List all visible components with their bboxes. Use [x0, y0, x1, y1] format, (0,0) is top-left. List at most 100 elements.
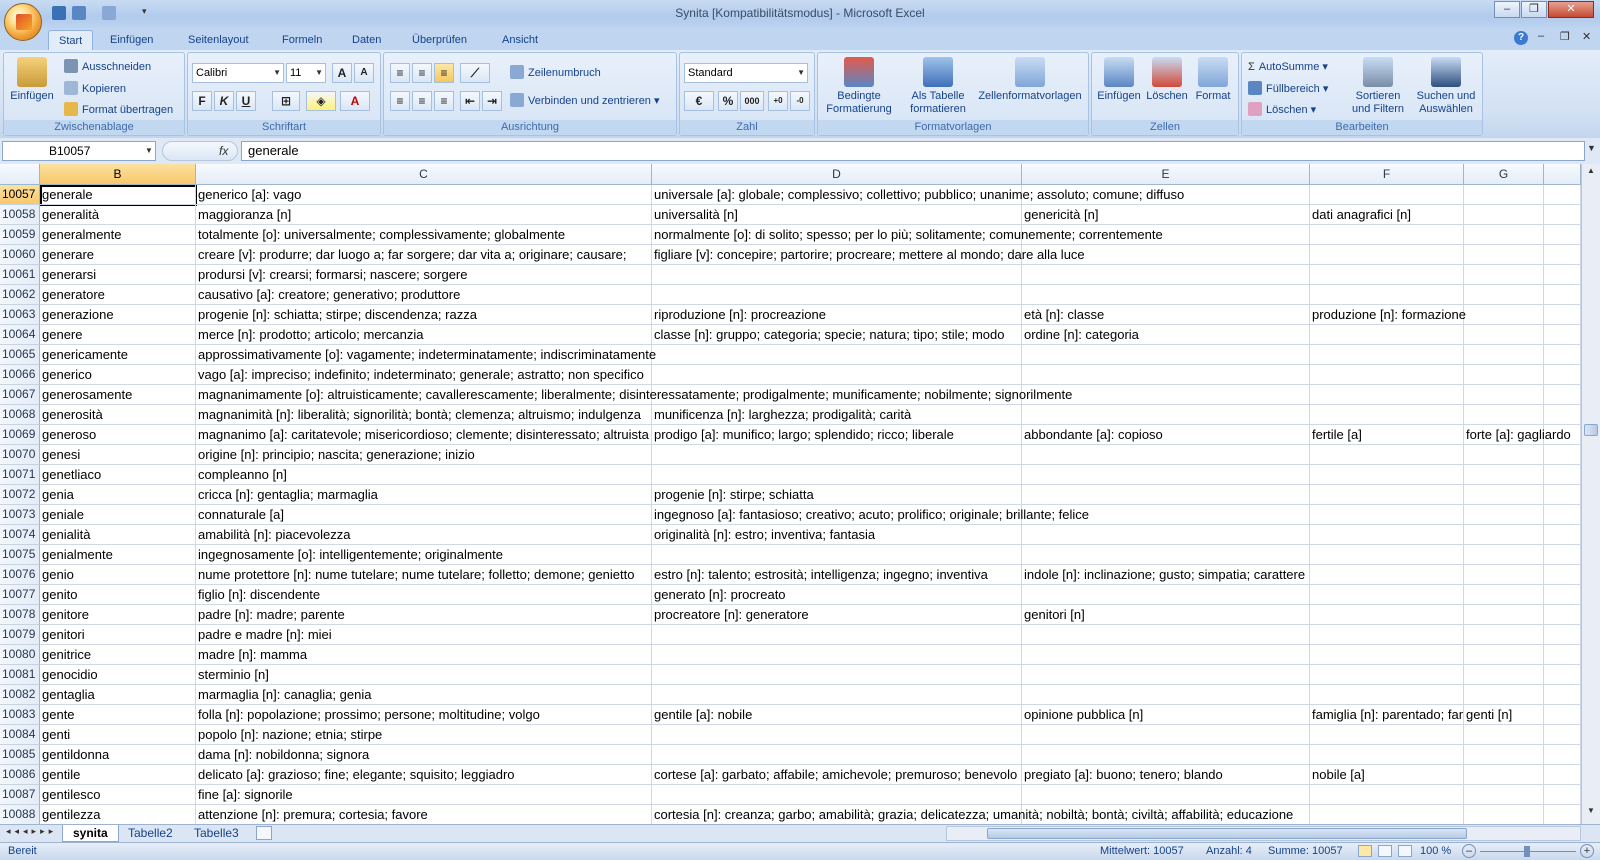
column-header-b[interactable]: B [40, 164, 196, 185]
zoom-slider-thumb[interactable] [1524, 846, 1530, 857]
cell-f[interactable] [1310, 225, 1464, 245]
row-header[interactable]: 10085 [0, 745, 40, 765]
cell-d[interactable] [652, 445, 1022, 465]
cell-b[interactable]: gentildonna [40, 745, 196, 765]
cell-d[interactable] [652, 345, 1022, 365]
cell-h[interactable] [1544, 665, 1581, 685]
cell-e[interactable]: pregiato [a]: buono; tenero; blando [1022, 765, 1310, 785]
cell-e[interactable] [1022, 445, 1310, 465]
copy-button[interactable]: Kopieren [64, 80, 126, 98]
cell-g[interactable] [1464, 585, 1544, 605]
cell-f[interactable] [1310, 725, 1464, 745]
cell-f[interactable] [1310, 645, 1464, 665]
cell-d[interactable]: procreatore [n]: generatore [652, 605, 1022, 625]
cell-g[interactable] [1464, 345, 1544, 365]
row-header[interactable]: 10082 [0, 685, 40, 705]
cell-g[interactable] [1464, 465, 1544, 485]
cell-f[interactable] [1310, 285, 1464, 305]
cell-f[interactable] [1310, 605, 1464, 625]
office-button[interactable] [4, 3, 42, 41]
cell-f[interactable] [1310, 445, 1464, 465]
cell-d[interactable]: originalità [n]: estro; inventiva; fanta… [652, 525, 1022, 545]
cell-b[interactable]: generalità [40, 205, 196, 225]
formula-input[interactable]: generale [241, 141, 1585, 161]
row-header[interactable]: 10067 [0, 385, 40, 405]
cell-h[interactable] [1544, 685, 1581, 705]
cell-b[interactable]: gentilezza [40, 805, 196, 824]
cell-c[interactable]: prodursi [v]: crearsi; formarsi; nascere… [196, 265, 652, 285]
decrease-decimal-icon[interactable]: -0 [790, 91, 810, 111]
cell-b[interactable]: generale [40, 185, 196, 205]
cell-e[interactable] [1022, 405, 1310, 425]
cell-c[interactable]: marmaglia [n]: canaglia; genia [196, 685, 652, 705]
cell-g[interactable] [1464, 185, 1544, 205]
sheet-tab-tabelle2[interactable]: Tabelle2 [118, 825, 183, 842]
paste-button[interactable]: Einfügen [8, 57, 56, 103]
cell-c[interactable]: sterminio [n] [196, 665, 652, 685]
insert-sheet-icon[interactable] [256, 826, 272, 840]
cell-e[interactable] [1022, 665, 1310, 685]
cell-e[interactable] [1022, 525, 1310, 545]
tab-daten[interactable]: Daten [342, 30, 391, 50]
expand-formula-icon[interactable]: ▼ [1587, 143, 1596, 153]
cell-b[interactable]: geniale [40, 505, 196, 525]
cell-d[interactable]: ingegnoso [a]: fantasioso; creativo; acu… [652, 505, 1089, 525]
row-header[interactable]: 10072 [0, 485, 40, 505]
cut-button[interactable]: Ausschneiden [64, 58, 151, 76]
cell-d[interactable]: munificenza [n]: larghezza; prodigalità;… [652, 405, 1022, 425]
cell-f[interactable]: dati anagrafici [n] [1310, 205, 1464, 225]
cell-h[interactable] [1544, 545, 1581, 565]
cell-e[interactable] [1022, 645, 1310, 665]
row-header[interactable]: 10081 [0, 665, 40, 685]
underline-button[interactable]: U [236, 91, 256, 111]
cell-g[interactable] [1464, 745, 1544, 765]
zoom-out-icon[interactable]: – [1462, 844, 1476, 858]
cell-b[interactable]: genericamente [40, 345, 196, 365]
merge-center-button[interactable]: Verbinden und zentrieren ▾ [510, 92, 660, 110]
cell-g[interactable] [1464, 205, 1544, 225]
cell-d[interactable]: normalmente [o]: di solito; spesso; per … [652, 225, 1163, 245]
cell-h[interactable] [1544, 325, 1581, 345]
cell-c[interactable]: figlio [n]: discendente [196, 585, 652, 605]
cell-h[interactable] [1544, 225, 1581, 245]
bold-button[interactable]: F [192, 91, 212, 111]
cell-e[interactable] [1022, 345, 1310, 365]
cell-h[interactable] [1544, 185, 1581, 205]
row-header[interactable]: 10069 [0, 425, 40, 445]
cell-d[interactable]: figliare [v]: concepire; partorire; proc… [652, 245, 1085, 265]
cell-b[interactable]: gentaglia [40, 685, 196, 705]
cell-g[interactable] [1464, 785, 1544, 805]
cell-h[interactable] [1544, 565, 1581, 585]
minimize-button[interactable]: – [1494, 1, 1520, 18]
cell-c[interactable]: magnanimità [n]: liberalità; signorilità… [196, 405, 652, 425]
cell-d[interactable] [652, 785, 1022, 805]
cell-e[interactable] [1022, 585, 1310, 605]
cell-e[interactable] [1022, 725, 1310, 745]
fill-button[interactable]: Füllbereich ▾ [1248, 80, 1328, 98]
cell-e[interactable] [1022, 625, 1310, 645]
horizontal-scroll-thumb[interactable] [987, 828, 1467, 839]
cell-h[interactable] [1544, 805, 1581, 824]
row-header[interactable]: 10087 [0, 785, 40, 805]
tab-ueberpruefen[interactable]: Überprüfen [402, 30, 477, 50]
scroll-down-icon[interactable]: ▼ [1584, 806, 1598, 820]
cell-c[interactable]: compleanno [n] [196, 465, 652, 485]
cell-g[interactable] [1464, 225, 1544, 245]
cell-g[interactable] [1464, 805, 1544, 824]
cell-f[interactable] [1310, 525, 1464, 545]
cell-b[interactable]: generazione [40, 305, 196, 325]
cell-g[interactable] [1464, 765, 1544, 785]
font-name-combo[interactable]: Calibri ▼ [192, 63, 284, 83]
align-left-icon[interactable]: ≡ [390, 91, 410, 111]
cell-d[interactable] [652, 545, 1022, 565]
cell-h[interactable] [1544, 645, 1581, 665]
cell-c[interactable]: madre [n]: mamma [196, 645, 652, 665]
row-header[interactable]: 10060 [0, 245, 40, 265]
cell-g[interactable] [1464, 625, 1544, 645]
row-header[interactable]: 10077 [0, 585, 40, 605]
cell-b[interactable]: genia [40, 485, 196, 505]
cell-e[interactable] [1022, 685, 1310, 705]
format-as-table-button[interactable]: Als Tabelle formatieren [902, 57, 974, 116]
italic-button[interactable]: K [214, 91, 234, 111]
cell-g[interactable] [1464, 325, 1544, 345]
